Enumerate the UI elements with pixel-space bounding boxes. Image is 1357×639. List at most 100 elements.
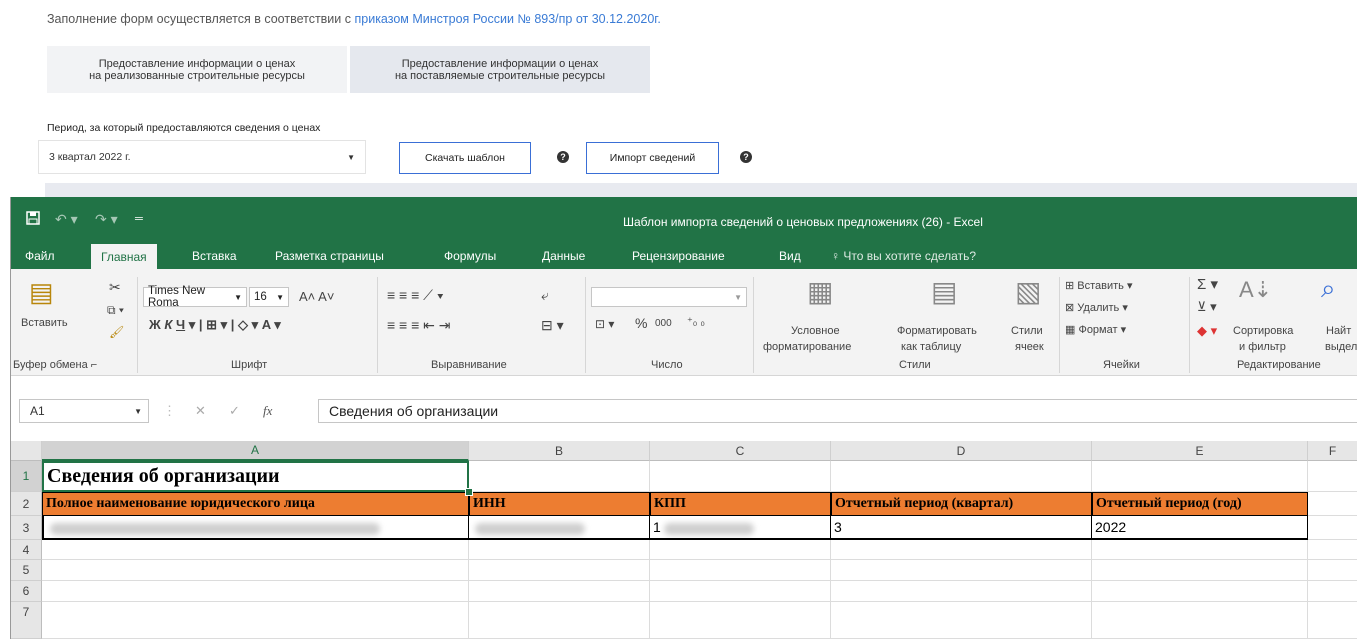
enter-icon[interactable]: ✓ [229,403,240,419]
name-box[interactable]: A1 ▼ [19,399,149,423]
cell-e4[interactable] [1092,540,1308,560]
import-data-button[interactable]: Импорт сведений [586,142,719,174]
cell-b3[interactable] [469,516,650,540]
customize-toolbar-icon[interactable]: ═ [135,213,143,225]
search-icon[interactable]: ⌕ [1321,273,1336,305]
format-as-table-label-1[interactable]: Форматировать [897,325,977,337]
cell-e2[interactable]: Отчетный период (год) [1092,492,1308,516]
cell-d2[interactable]: Отчетный период (квартал) [831,492,1092,516]
conditional-formatting-label-1[interactable]: Условное [791,325,840,337]
cell-f7[interactable] [1308,602,1357,639]
font-name-combo[interactable]: Times New Roma ▼ [143,285,247,309]
align-horizontal-icons[interactable]: ≡ ≡ ≡ ⇤ ⇥ [387,317,451,334]
cell-b5[interactable] [469,560,650,581]
cell-d4[interactable] [831,540,1092,560]
cell-d6[interactable] [831,581,1092,602]
row-header-4[interactable]: 4 [11,540,42,560]
column-header-f[interactable]: F [1308,441,1357,461]
cell-c1[interactable] [650,461,831,492]
help-icon[interactable]: ? [740,151,752,163]
wrap-text-icon[interactable]: ⤶ [541,287,549,304]
format-as-table-icon[interactable]: ▤ [931,275,957,308]
row-header-3[interactable]: 3 [11,516,42,540]
copy-icon[interactable]: ⧉ ▾ [107,303,124,318]
cell-c3[interactable]: 1 [650,516,831,540]
autosum-icon[interactable]: Σ ▾ [1197,275,1218,293]
cut-icon[interactable]: ✂ [109,279,121,296]
cell-e3[interactable]: 2022 [1092,516,1308,540]
cell-e1[interactable] [1092,461,1308,492]
currency-format-icon[interactable]: ⊡ ▾ [595,317,614,331]
tab-page-layout[interactable]: Разметка страницы [275,249,384,263]
cancel-icon[interactable]: ✕ [195,403,206,419]
column-header-b[interactable]: B [469,441,650,461]
cell-d3[interactable]: 3 [831,516,1092,540]
tab-insert[interactable]: Вставка [192,249,237,263]
tab-formulas[interactable]: Формулы [444,249,496,263]
cell-a4[interactable] [42,540,469,560]
cell-a7[interactable] [42,602,469,639]
cell-c7[interactable] [650,602,831,639]
cell-styles-icon[interactable]: ▧ [1015,275,1041,308]
help-icon[interactable]: ? [557,151,569,163]
cell-e7[interactable] [1092,602,1308,639]
tab-view[interactable]: Вид [779,249,801,263]
paste-button-label[interactable]: Вставить [21,317,68,329]
cell-f2[interactable] [1308,492,1357,516]
align-top-icons[interactable]: ≡ ≡ ≡ ⟋ ▾ [387,287,444,304]
row-header-6[interactable]: 6 [11,581,42,602]
tab-sold-resources[interactable]: Предоставление информации о ценах на реал… [47,46,347,93]
cell-c6[interactable] [650,581,831,602]
decimal-places-icons[interactable]: ⁺₀ ₀ [687,315,705,328]
column-header-a[interactable]: A [42,441,469,461]
cell-c4[interactable] [650,540,831,560]
select-all-corner[interactable] [11,441,42,461]
cell-d7[interactable] [831,602,1092,639]
cell-styles-label-1[interactable]: Стили [1011,325,1043,337]
find-select-label-1[interactable]: Найт [1326,325,1351,337]
regulation-link[interactable]: приказом Минстроя России № 893/пр от 30.… [354,12,660,26]
save-icon[interactable] [26,211,40,228]
sort-filter-icon[interactable]: A⇣ [1239,277,1272,303]
tell-me-search[interactable]: ♀ Что вы хотите сделать? [831,249,976,263]
fill-icon[interactable]: ⊻ ▾ [1197,299,1217,315]
cell-a3[interactable] [42,516,469,540]
delete-cells-button[interactable]: ⊠ Удалить ▾ [1065,301,1128,314]
cell-a6[interactable] [42,581,469,602]
format-cells-button[interactable]: ▦ Формат ▾ [1065,323,1126,336]
bold-italic-underline-icons[interactable]: Ж К Ч ▾ | ⊞ ▾ | ◇ ▾ A ▾ [149,317,281,333]
conditional-formatting-label-2[interactable]: форматирование [763,341,851,353]
cell-f6[interactable] [1308,581,1357,602]
cell-c2[interactable]: КПП [650,492,831,516]
sort-filter-label-1[interactable]: Сортировка [1233,325,1293,337]
increase-font-icon[interactable]: A˄ A˅ [299,289,334,304]
insert-cells-button[interactable]: ⊞ Вставить ▾ [1065,279,1133,292]
cell-b4[interactable] [469,540,650,560]
cell-b7[interactable] [469,602,650,639]
cell-e6[interactable] [1092,581,1308,602]
cell-f4[interactable] [1308,540,1357,560]
clear-icon[interactable]: ◆ ▾ [1197,323,1217,339]
conditional-formatting-icon[interactable]: ▦ [807,275,833,308]
cell-d5[interactable] [831,560,1092,581]
cell-a2[interactable]: Полное наименование юридического лица [42,492,469,516]
period-select[interactable]: 3 квартал 2022 г. ▼ [38,140,366,174]
number-format-combo[interactable]: ▼ [591,287,747,307]
percent-format-button[interactable]: % [635,315,647,331]
row-header-2[interactable]: 2 [11,492,42,516]
cell-c5[interactable] [650,560,831,581]
formula-input[interactable]: Сведения об организации [318,399,1357,423]
cell-b6[interactable] [469,581,650,602]
cell-a5[interactable] [42,560,469,581]
cell-a1[interactable]: Сведения об организации [42,461,469,492]
undo-icon[interactable]: ↶ ▾ [55,211,78,228]
format-as-table-label-2[interactable]: как таблицу [901,341,961,353]
cell-f1[interactable] [1308,461,1357,492]
find-select-label-2[interactable]: выдел [1325,341,1357,353]
tab-data[interactable]: Данные [542,249,585,263]
row-header-1[interactable]: 1 [11,461,42,492]
row-header-5[interactable]: 5 [11,560,42,581]
paste-icon[interactable]: ▤ [29,277,54,308]
cell-f5[interactable] [1308,560,1357,581]
thousands-separator-button[interactable]: 000 [655,318,672,329]
